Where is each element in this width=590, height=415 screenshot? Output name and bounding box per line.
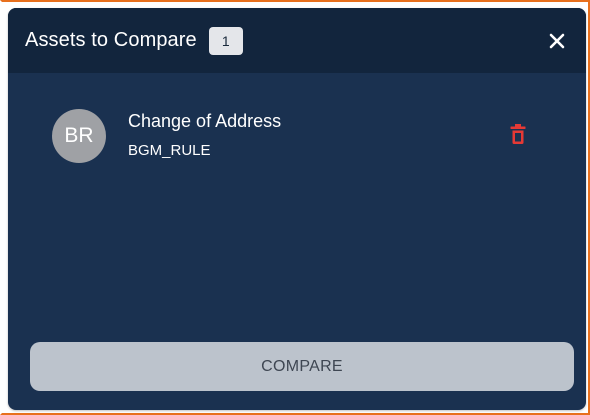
asset-count-badge: 1 [208,26,243,55]
asset-list-item: BR Change of Address BGM_RULE [8,103,586,173]
panel-header: Assets to Compare 1 [8,8,586,73]
assets-to-compare-panel: Assets to Compare 1 BR Change of Address… [8,8,586,410]
asset-name: Change of Address [128,111,282,131]
screenshot-frame: Assets to Compare 1 BR Change of Address… [0,0,590,415]
asset-type: BGM_RULE [128,142,211,159]
close-icon[interactable] [549,33,565,49]
compare-button[interactable]: COMPARE [30,342,574,391]
delete-asset-button[interactable] [507,121,529,147]
trash-icon[interactable] [510,123,526,145]
avatar: BR [52,109,106,163]
panel-title: Assets to Compare [25,29,197,51]
close-button[interactable] [546,30,568,52]
